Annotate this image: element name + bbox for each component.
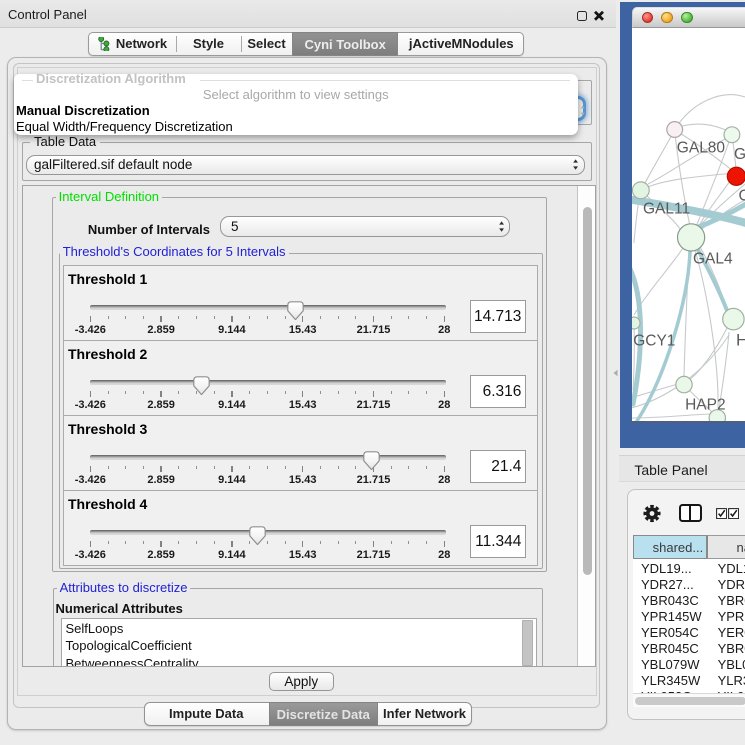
- svg-text:GAL11: GAL11: [643, 200, 690, 217]
- svg-text:GA: GA: [734, 146, 745, 163]
- svg-text:GCY1: GCY1: [633, 332, 675, 349]
- svg-text:GAL4: GAL4: [693, 250, 733, 267]
- svg-text:C: C: [739, 187, 745, 204]
- svg-text:HAP2: HAP2: [685, 396, 726, 413]
- svg-text:GAL80: GAL80: [677, 139, 726, 156]
- svg-text:H: H: [736, 330, 745, 349]
